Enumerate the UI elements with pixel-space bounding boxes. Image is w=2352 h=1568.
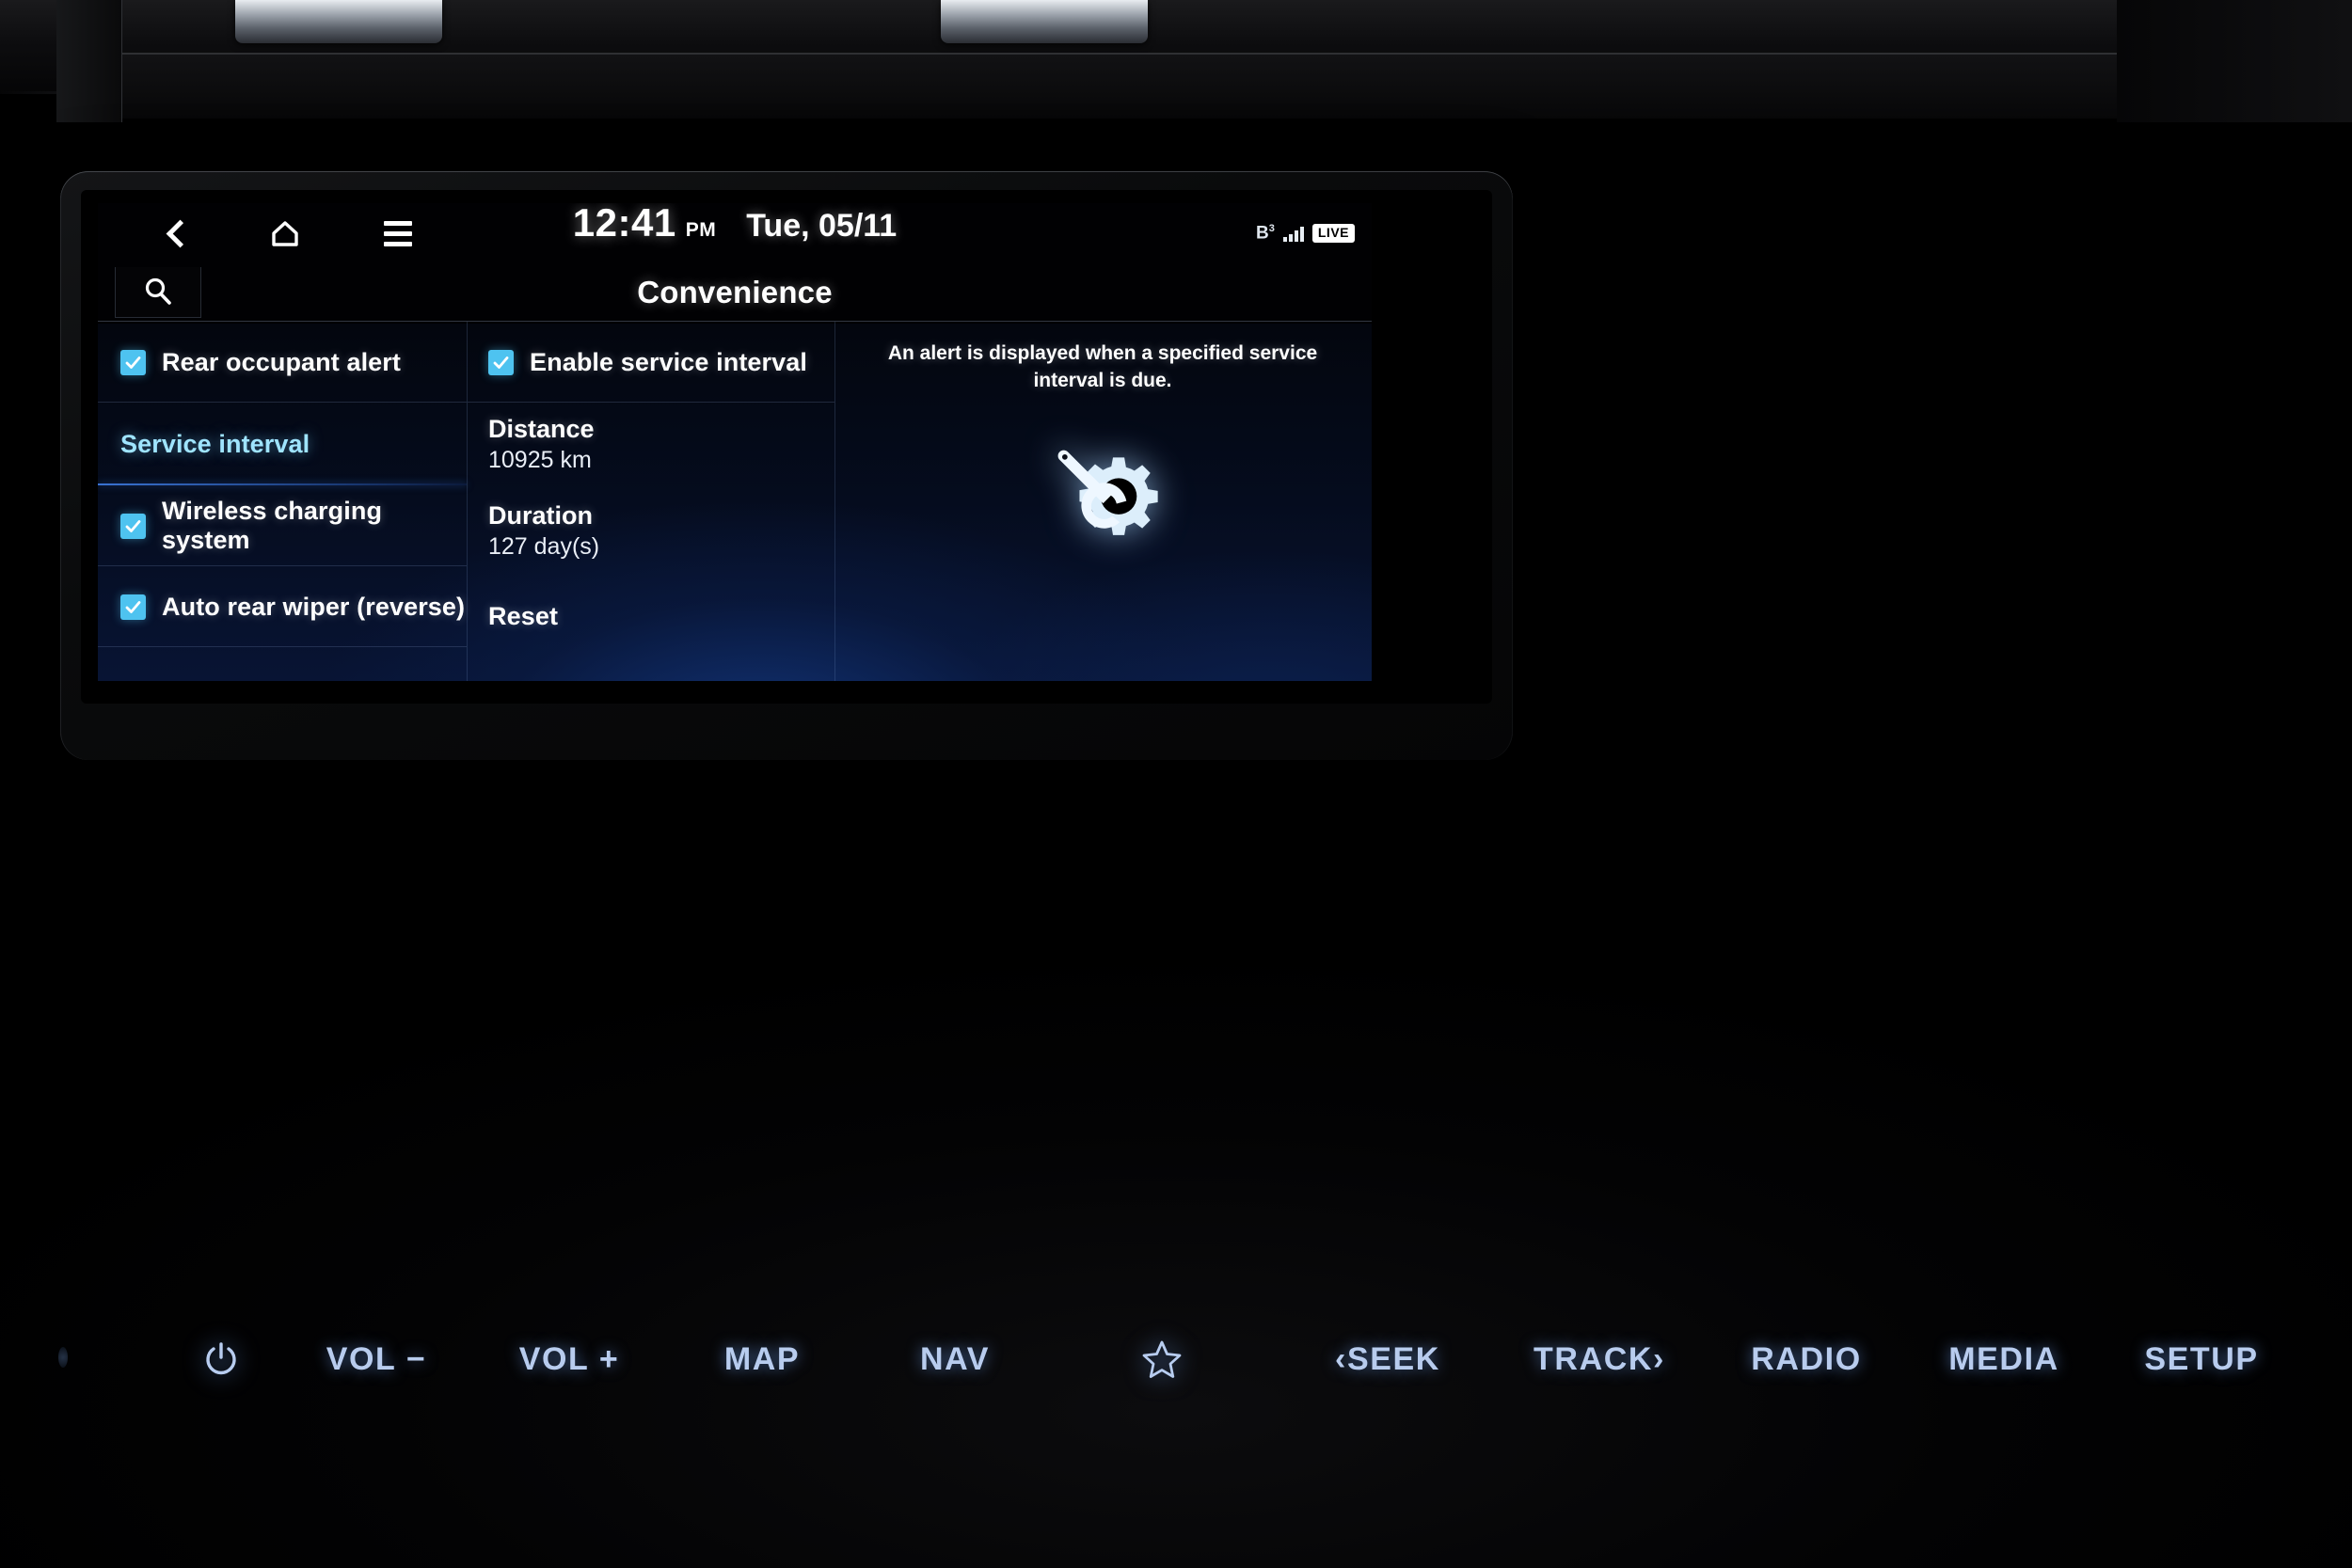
check-icon bbox=[125, 519, 141, 532]
chevron-left-icon bbox=[166, 219, 195, 247]
duration-value: 127 day(s) bbox=[488, 533, 600, 560]
hw-button-nav[interactable]: NAV bbox=[880, 1317, 1030, 1402]
hw-button-label: VOL − bbox=[326, 1340, 427, 1377]
checkbox-rear-occupant-alert[interactable] bbox=[120, 349, 146, 375]
status-bar: 12:41 PM Tue, 05/11 B3 LIVE bbox=[98, 203, 1372, 263]
settings-detail-middle: Enable service interval Distance 10925 k… bbox=[467, 322, 835, 681]
dash-trim-under bbox=[94, 53, 2258, 119]
list-item-label: Enable service interval bbox=[530, 347, 807, 376]
chrome-accent-left bbox=[235, 0, 442, 43]
hw-button-seek[interactable]: ‹SEEK bbox=[1294, 1317, 1482, 1402]
page-title: Convenience bbox=[637, 274, 833, 309]
list-item-auto-rear-wiper[interactable]: Auto rear wiper (reverse) bbox=[98, 566, 467, 647]
hw-button-setup[interactable]: SETUP bbox=[2107, 1317, 2296, 1402]
list-item-duration[interactable]: Duration 127 day(s) bbox=[468, 489, 834, 576]
checkbox-enable-service-interval[interactable] bbox=[488, 349, 514, 375]
hw-button-label: SETUP bbox=[2144, 1340, 2259, 1377]
hw-button-favorite[interactable] bbox=[1105, 1317, 1218, 1402]
hw-button-power[interactable] bbox=[169, 1317, 273, 1402]
checkbox-wireless-charging-system[interactable] bbox=[120, 513, 146, 539]
hw-button-label: MEDIA bbox=[1948, 1340, 2059, 1377]
signal-bars-icon bbox=[1282, 226, 1304, 242]
list-item-rear-occupant-alert[interactable]: Rear occupant alert bbox=[98, 322, 467, 403]
status-indicators: B3 LIVE bbox=[1256, 203, 1355, 263]
hw-button-map[interactable]: MAP bbox=[687, 1317, 837, 1402]
list-item-label: Service interval bbox=[120, 429, 310, 458]
list-item-label: Wireless charging system bbox=[162, 497, 383, 554]
row-divider bbox=[98, 646, 467, 647]
info-illustration bbox=[835, 433, 1370, 557]
chrome-accent-right bbox=[941, 0, 1148, 43]
search-button[interactable] bbox=[115, 266, 201, 318]
duration-label: Duration bbox=[488, 501, 593, 530]
hamburger-menu-icon bbox=[384, 220, 412, 246]
settings-body: Rear occupant alert Service interval Wir… bbox=[98, 322, 1372, 681]
air-vent-left bbox=[56, 0, 122, 122]
live-badge: LIVE bbox=[1311, 224, 1355, 243]
list-item-label: Rear occupant alert bbox=[162, 347, 401, 376]
bluetooth-icon: B3 bbox=[1256, 223, 1275, 244]
star-icon bbox=[1142, 1340, 1182, 1378]
hardware-button-row: VOL − VOL + MAP NAV ‹SEEK TRACK› RADIO M… bbox=[0, 1317, 2352, 1402]
hw-button-volume-down[interactable]: VOL − bbox=[292, 1317, 461, 1402]
clock-date: Tue, 05/11 bbox=[746, 208, 898, 244]
hw-button-label: NAV bbox=[919, 1340, 991, 1377]
clock-time: 12:41 bbox=[572, 203, 676, 245]
list-item-wireless-charging-system[interactable]: Wireless charging system bbox=[98, 485, 467, 566]
list-item-distance[interactable]: Distance 10925 km bbox=[468, 403, 834, 489]
hw-button-label: TRACK› bbox=[1534, 1340, 1665, 1377]
bluetooth-version: 3 bbox=[1268, 223, 1275, 235]
distance-value: 10925 km bbox=[488, 447, 592, 473]
reset-label: Reset bbox=[488, 601, 559, 630]
power-icon bbox=[206, 1342, 236, 1375]
hw-button-label: VOL + bbox=[518, 1340, 620, 1377]
check-icon bbox=[125, 600, 141, 613]
list-item-service-interval[interactable]: Service interval bbox=[98, 403, 467, 485]
settings-list-left: Rear occupant alert Service interval Wir… bbox=[98, 322, 467, 681]
gear-wrench-icon bbox=[1057, 450, 1158, 535]
info-description: An alert is displayed when a specified s… bbox=[887, 342, 1318, 391]
hw-button-media[interactable]: MEDIA bbox=[1910, 1317, 2098, 1402]
hw-button-label: ‹SEEK bbox=[1335, 1340, 1440, 1377]
info-panel-right: An alert is displayed when a specified s… bbox=[835, 322, 1370, 681]
bluetooth-letter: B bbox=[1256, 223, 1269, 244]
hw-button-volume-up[interactable]: VOL + bbox=[485, 1317, 654, 1402]
check-icon bbox=[125, 356, 141, 369]
list-item-label: Auto rear wiper (reverse) bbox=[162, 592, 466, 621]
check-icon bbox=[493, 356, 509, 369]
clock-ampm: PM bbox=[685, 219, 717, 241]
back-button[interactable] bbox=[149, 212, 207, 255]
checkbox-auto-rear-wiper[interactable] bbox=[120, 594, 146, 620]
hw-button-track[interactable]: TRACK› bbox=[1496, 1317, 1703, 1402]
list-item-enable-service-interval[interactable]: Enable service interval bbox=[468, 322, 834, 403]
home-icon bbox=[272, 221, 298, 246]
home-button[interactable] bbox=[256, 212, 314, 255]
list-item-reset[interactable]: Reset bbox=[468, 576, 834, 657]
hw-button-label: MAP bbox=[723, 1340, 801, 1377]
infotainment-screen[interactable]: 12:41 PM Tue, 05/11 B3 LIVE Convenience bbox=[98, 203, 1372, 681]
menu-button[interactable] bbox=[369, 212, 427, 255]
distance-label: Distance bbox=[488, 415, 595, 443]
air-vent-right bbox=[2117, 0, 2352, 122]
hw-button-radio[interactable]: RADIO bbox=[1712, 1317, 1900, 1402]
hw-button-label: RADIO bbox=[1751, 1340, 1862, 1377]
search-icon bbox=[145, 277, 171, 305]
title-bar: Convenience bbox=[98, 263, 1372, 322]
